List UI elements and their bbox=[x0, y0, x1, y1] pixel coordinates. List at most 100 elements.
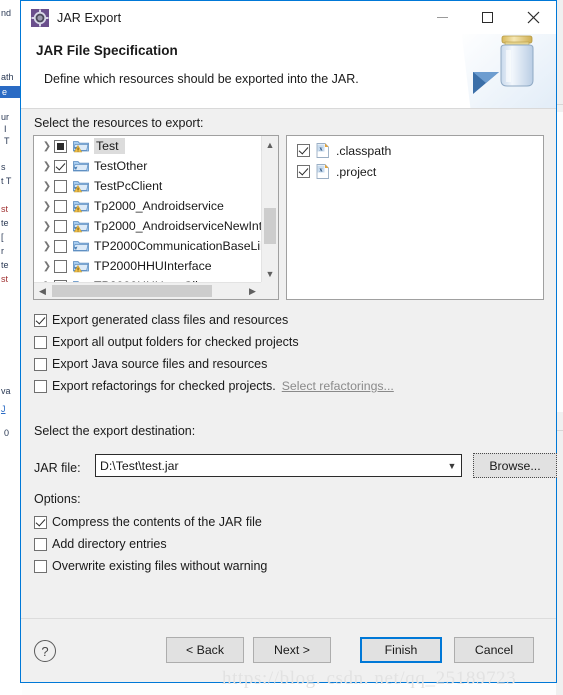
option-label: Overwrite existing files without warning bbox=[52, 559, 268, 573]
bg-text: te bbox=[1, 218, 9, 228]
finish-button[interactable]: Finish bbox=[360, 637, 442, 663]
tree-item-label: Test bbox=[94, 138, 125, 154]
chevron-right-icon[interactable]: ❯ bbox=[40, 141, 54, 152]
select-refactorings-link[interactable]: Select refactorings... bbox=[282, 379, 394, 393]
option-export-generated-class-files[interactable]: Export generated class files and resourc… bbox=[34, 313, 288, 327]
tree-row[interactable]: ❯ TP2000HHUInterface bbox=[34, 256, 261, 276]
xml-file-icon: x bbox=[316, 143, 330, 158]
scroll-left-icon[interactable]: ◀ bbox=[34, 283, 51, 299]
chevron-down-icon[interactable]: ▼ bbox=[443, 461, 461, 471]
option-export-refactorings[interactable]: Export refactorings for checked projects… bbox=[34, 379, 394, 393]
minimize-button[interactable] bbox=[420, 1, 465, 34]
list-item[interactable]: x .classpath bbox=[287, 140, 543, 161]
option-overwrite-existing-files[interactable]: Overwrite existing files without warning bbox=[34, 559, 267, 573]
options-label: Options: bbox=[34, 492, 81, 506]
option-add-directory-entries[interactable]: Add directory entries bbox=[34, 537, 167, 551]
tree-item-label: TP2000CommunicationBaseLib bbox=[94, 239, 261, 253]
list-item[interactable]: x .project bbox=[287, 161, 543, 182]
option-checkbox[interactable] bbox=[34, 515, 47, 529]
bg-text: J bbox=[1, 404, 6, 414]
wizard-header: JAR File Specification Define which reso… bbox=[21, 34, 556, 109]
bg-text: st bbox=[1, 204, 9, 214]
option-checkbox[interactable] bbox=[34, 313, 47, 327]
option-checkbox[interactable] bbox=[34, 379, 47, 393]
option-label: Export refactorings for checked projects… bbox=[52, 379, 276, 393]
resource-tree[interactable]: ❯ Test ❯ TestOther ❯ TestPcClient ❯ Tp20… bbox=[33, 135, 279, 300]
option-label: Export generated class files and resourc… bbox=[52, 313, 289, 327]
chevron-right-icon[interactable]: ❯ bbox=[40, 161, 54, 172]
tree-row[interactable]: ❯ Tp2000_Androidservice bbox=[34, 196, 261, 216]
scroll-up-icon[interactable]: ▲ bbox=[262, 136, 278, 153]
tree-item-label: TestOther bbox=[94, 159, 148, 173]
chevron-right-icon[interactable]: ❯ bbox=[40, 261, 54, 272]
horizontal-scroll-thumb[interactable] bbox=[52, 285, 212, 297]
chevron-right-icon[interactable]: ❯ bbox=[40, 201, 54, 212]
maximize-button[interactable] bbox=[465, 1, 510, 34]
tree-row[interactable]: ❯ TestPcClient bbox=[34, 176, 261, 196]
maximize-icon bbox=[482, 12, 493, 23]
vertical-scroll-thumb[interactable] bbox=[264, 208, 276, 244]
tree-item-label: TP2000HHUInterface bbox=[94, 259, 212, 273]
tree-checkbox[interactable] bbox=[54, 239, 67, 253]
tree-vertical-scrollbar[interactable]: ▲ ▼ bbox=[261, 136, 278, 282]
next-button[interactable]: Next > bbox=[253, 637, 331, 663]
cancel-button[interactable]: Cancel bbox=[454, 637, 534, 663]
tree-checkbox[interactable] bbox=[54, 259, 67, 273]
page-title: JAR File Specification bbox=[36, 43, 178, 58]
close-button[interactable] bbox=[510, 1, 556, 34]
file-label: .project bbox=[336, 164, 377, 179]
close-icon bbox=[527, 11, 539, 24]
jar-export-dialog: JAR Export JAR File Specification Define… bbox=[20, 0, 557, 683]
title-bar[interactable]: JAR Export bbox=[21, 1, 556, 34]
scroll-down-icon[interactable]: ▼ bbox=[262, 265, 278, 282]
folder-warning-icon bbox=[73, 139, 89, 153]
file-checkbox[interactable] bbox=[297, 144, 310, 157]
folder-icon bbox=[73, 239, 89, 253]
jar-illustration-icon bbox=[461, 34, 556, 108]
tree-row[interactable]: ❯ Tp2000_AndroidserviceNewInt bbox=[34, 216, 261, 236]
tree-checkbox[interactable] bbox=[54, 219, 67, 233]
option-checkbox[interactable] bbox=[34, 559, 47, 573]
tree-item-label: Tp2000_AndroidserviceNewInt bbox=[94, 219, 261, 233]
scroll-right-icon[interactable]: ▶ bbox=[244, 283, 261, 299]
option-checkbox[interactable] bbox=[34, 335, 47, 349]
option-export-java-source-files[interactable]: Export Java source files and resources bbox=[34, 357, 267, 371]
file-checkbox[interactable] bbox=[297, 165, 310, 178]
tree-row[interactable]: ❯ Test bbox=[34, 136, 261, 156]
bg-text: 0 bbox=[4, 428, 10, 438]
jar-file-value[interactable]: D:\Test\test.jar bbox=[96, 459, 443, 473]
folder-warning-icon bbox=[73, 259, 89, 273]
bg-text: e bbox=[2, 87, 8, 97]
option-compress-jar-contents[interactable]: Compress the contents of the JAR file bbox=[34, 515, 262, 529]
chevron-right-icon[interactable]: ❯ bbox=[40, 241, 54, 252]
tree-row[interactable]: ❯ TP2000CommunicationBaseLib bbox=[34, 236, 261, 256]
resource-file-list[interactable]: x .classpath x .project bbox=[286, 135, 544, 300]
option-export-all-output-folders[interactable]: Export all output folders for checked pr… bbox=[34, 335, 299, 349]
dialog-footer: ? < Back Next > Finish Cancel bbox=[21, 619, 556, 682]
option-checkbox[interactable] bbox=[34, 537, 47, 551]
tree-checkbox[interactable] bbox=[54, 179, 67, 193]
browse-button[interactable]: Browse... bbox=[473, 453, 557, 478]
window-title: JAR Export bbox=[57, 10, 122, 25]
option-label: Export Java source files and resources bbox=[52, 357, 268, 371]
bg-text: va bbox=[1, 386, 11, 396]
jar-file-combobox[interactable]: D:\Test\test.jar ▼ bbox=[95, 454, 462, 477]
bg-text: nd bbox=[1, 8, 12, 18]
tree-checkbox[interactable] bbox=[54, 139, 67, 153]
folder-warning-icon bbox=[73, 219, 89, 233]
option-checkbox[interactable] bbox=[34, 357, 47, 371]
bg-text: st bbox=[1, 274, 9, 284]
tree-row[interactable]: ❯ TestOther bbox=[34, 156, 261, 176]
tree-checkbox[interactable] bbox=[54, 199, 67, 213]
back-button[interactable]: < Back bbox=[166, 637, 244, 663]
chevron-right-icon[interactable]: ❯ bbox=[40, 181, 54, 192]
chevron-right-icon[interactable]: ❯ bbox=[40, 221, 54, 232]
option-label: Add directory entries bbox=[52, 537, 167, 551]
tree-horizontal-scrollbar[interactable]: ◀ ▶ bbox=[34, 282, 261, 299]
folder-icon bbox=[73, 159, 89, 173]
folder-warning-icon bbox=[73, 199, 89, 213]
help-icon[interactable]: ? bbox=[34, 640, 56, 662]
tree-checkbox[interactable] bbox=[54, 159, 67, 173]
bg-text: T bbox=[4, 136, 10, 146]
resource-tree-rows: ❯ Test ❯ TestOther ❯ TestPcClient ❯ Tp20… bbox=[34, 136, 261, 282]
